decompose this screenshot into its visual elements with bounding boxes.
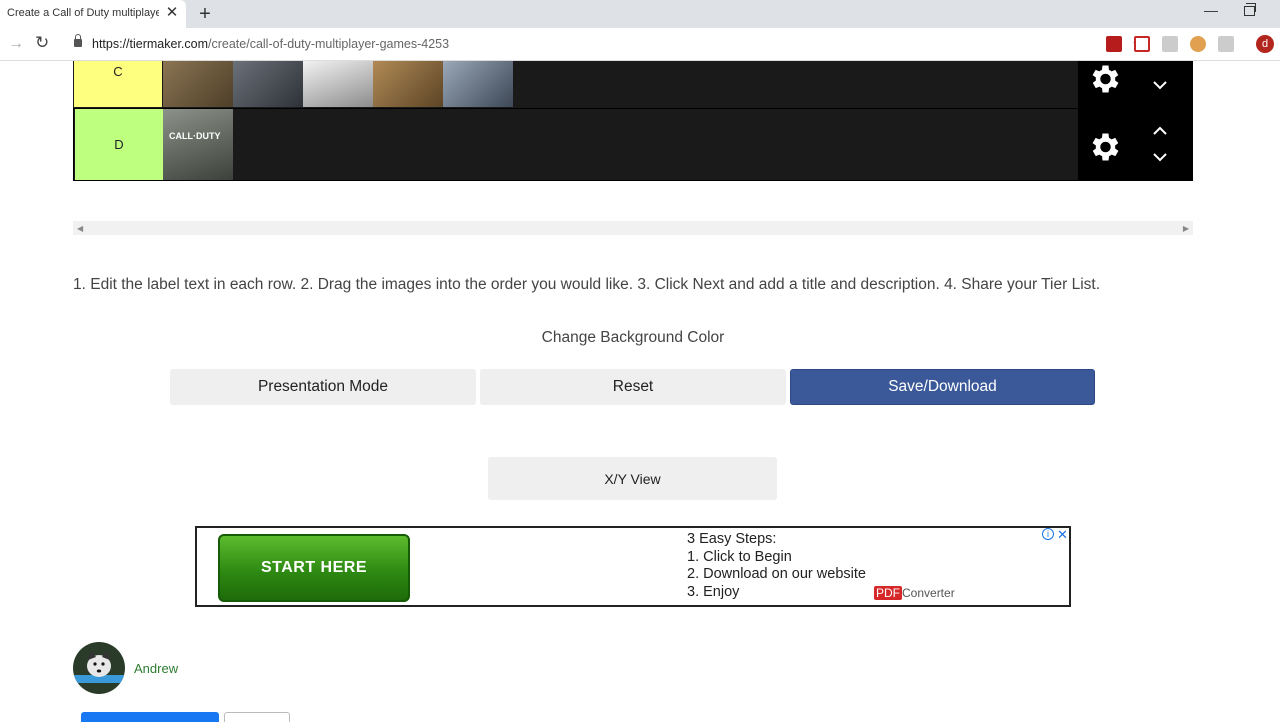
calendar-extension-icon[interactable] bbox=[1134, 36, 1150, 52]
user-avatar[interactable] bbox=[73, 642, 125, 694]
ad-step: 2. Download on our website bbox=[687, 566, 866, 582]
share-button[interactable] bbox=[224, 712, 290, 722]
advertisement[interactable]: START HERE 3 Easy Steps: 1. Click to Beg… bbox=[195, 526, 1071, 607]
tier-controls bbox=[1078, 109, 1193, 180]
settings-gear-icon[interactable] bbox=[1086, 61, 1122, 97]
ad-start-button[interactable]: START HERE bbox=[218, 534, 410, 602]
tier-label[interactable]: D bbox=[75, 109, 163, 180]
ad-pdf-logo: PDF Converter bbox=[874, 586, 955, 600]
game-cover[interactable] bbox=[233, 61, 303, 107]
settings-gear-icon[interactable] bbox=[1086, 129, 1122, 165]
browser-tab[interactable]: Create a Call of Duty multiplayer ✕ bbox=[0, 0, 186, 28]
tier-controls bbox=[1078, 61, 1193, 108]
game-cover[interactable] bbox=[303, 61, 373, 107]
ad-step: 1. Click to Begin bbox=[687, 548, 792, 565]
save-download-button[interactable]: Save/Download bbox=[790, 369, 1095, 405]
game-cover[interactable] bbox=[373, 61, 443, 107]
tier-row-c: C bbox=[73, 61, 1193, 108]
horizontal-scrollbar[interactable]: ◀ ▶ bbox=[73, 221, 1193, 235]
lock-icon bbox=[74, 34, 82, 47]
ad-info-icon[interactable]: i bbox=[1042, 528, 1054, 540]
close-tab-icon[interactable]: ✕ bbox=[164, 5, 180, 21]
ad-steps: 3 Easy Steps: 1. Click to Begin 2. Downl… bbox=[687, 531, 866, 601]
scroll-right-icon[interactable]: ▶ bbox=[1183, 224, 1189, 233]
profile-avatar[interactable]: d bbox=[1256, 35, 1274, 53]
ad-close-icon[interactable]: ✕ bbox=[1057, 528, 1070, 541]
tab-title: Create a Call of Duty multiplayer bbox=[7, 7, 159, 19]
user-name-link[interactable]: Andrew bbox=[134, 661, 178, 676]
address-bar[interactable]: https://tiermaker.com/create/call-of-dut… bbox=[62, 31, 1147, 58]
extension-icon[interactable] bbox=[1218, 36, 1234, 52]
extension-icon[interactable] bbox=[1162, 36, 1178, 52]
move-down-icon[interactable] bbox=[1152, 79, 1168, 91]
restore-window-icon[interactable] bbox=[1244, 3, 1256, 16]
ad-step: 3. Enjoy bbox=[687, 583, 740, 600]
move-up-icon[interactable] bbox=[1152, 125, 1168, 137]
game-cover[interactable] bbox=[163, 61, 233, 107]
instructions-text: 1. Edit the label text in each row. 2. D… bbox=[73, 276, 1100, 293]
acrobat-extension-icon[interactable] bbox=[1106, 36, 1122, 52]
reload-icon[interactable]: ↻ bbox=[35, 34, 53, 52]
game-cover[interactable] bbox=[443, 61, 513, 107]
forward-icon[interactable]: → bbox=[8, 35, 26, 53]
move-down-icon[interactable] bbox=[1152, 151, 1168, 163]
new-tab-icon[interactable]: + bbox=[195, 4, 215, 24]
xy-view-button[interactable]: X/Y View bbox=[488, 457, 777, 500]
browser-toolbar: → ↻ https://tiermaker.com/create/call-of… bbox=[0, 28, 1280, 61]
game-cover[interactable]: CALL·DUTY bbox=[163, 109, 233, 180]
husky-avatar-icon bbox=[73, 642, 125, 694]
pdf-badge: PDF bbox=[874, 586, 902, 600]
pdf-text: Converter bbox=[902, 586, 955, 600]
reset-button[interactable]: Reset bbox=[480, 369, 786, 405]
cover-text: CALL·DUTY bbox=[169, 131, 221, 141]
ad-step: 3 Easy Steps: bbox=[687, 531, 777, 547]
cookie-extension-icon[interactable] bbox=[1190, 36, 1206, 52]
tier-row-d: D CALL·DUTY bbox=[73, 108, 1193, 181]
minimize-icon[interactable]: — bbox=[1204, 2, 1220, 18]
tab-bar: Create a Call of Duty multiplayer ✕ + — bbox=[0, 0, 1280, 28]
change-background-color-link[interactable]: Change Background Color bbox=[480, 329, 786, 347]
tier-label[interactable]: C bbox=[74, 61, 162, 107]
url-path: /create/call-of-duty-multiplayer-games-4… bbox=[208, 37, 450, 51]
facebook-share-button[interactable] bbox=[81, 712, 219, 722]
presentation-mode-button[interactable]: Presentation Mode bbox=[170, 369, 476, 405]
scroll-left-icon[interactable]: ◀ bbox=[77, 224, 83, 233]
url-text: https://tiermaker.com/create/call-of-dut… bbox=[92, 37, 449, 51]
url-host: https://tiermaker.com bbox=[92, 37, 209, 51]
